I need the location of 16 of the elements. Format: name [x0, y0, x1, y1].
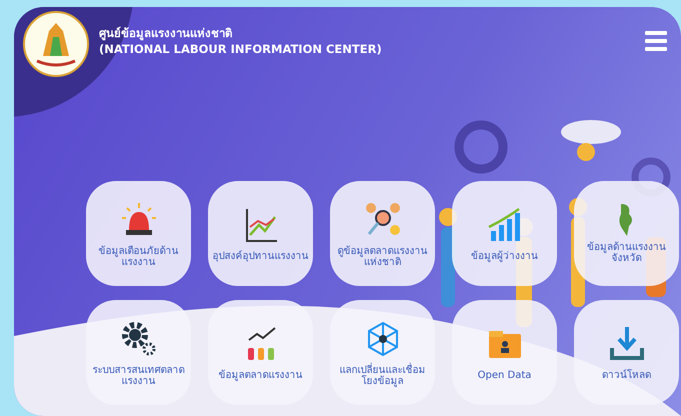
menu-tile[interactable]: ข้อมูลตลาดแรงงาน [208, 300, 313, 405]
cloud-drawing [561, 120, 621, 144]
menu-tile[interactable]: Open Data [452, 300, 557, 405]
menu-tile[interactable]: ดาวน์โหลด [574, 300, 679, 405]
emblem-logo [23, 11, 89, 77]
menu-tile[interactable]: อุปสงค์อุปทานแรงงาน [208, 181, 313, 286]
menu-tile[interactable]: ข้อมูลเตือนภัยด้านแรงงาน [86, 181, 191, 286]
site-subtitle: (NATIONAL LABOUR INFORMATION CENTER) [99, 41, 382, 57]
menu-tile[interactable]: ข้อมูลผู้ว่างงาน [452, 181, 557, 286]
menu-tile[interactable]: แลกเปลี่ยนและเชื่อมโยงข้อมูล [330, 300, 435, 405]
menu-tile[interactable]: ดูข้อมูลตลาดแรงงานแห่งชาติ [330, 181, 435, 286]
site-title: ศูนย์ข้อมูลแรงงานแห่งชาติ [99, 25, 233, 41]
menu-tile[interactable]: ระบบสารสนเทศตลาดแรงงาน [86, 300, 191, 405]
gear-drawing [454, 120, 508, 174]
menu-tile[interactable]: ข้อมูลด้านแรงงานจังหวัด [574, 181, 679, 286]
menu-icon[interactable] [645, 31, 667, 51]
